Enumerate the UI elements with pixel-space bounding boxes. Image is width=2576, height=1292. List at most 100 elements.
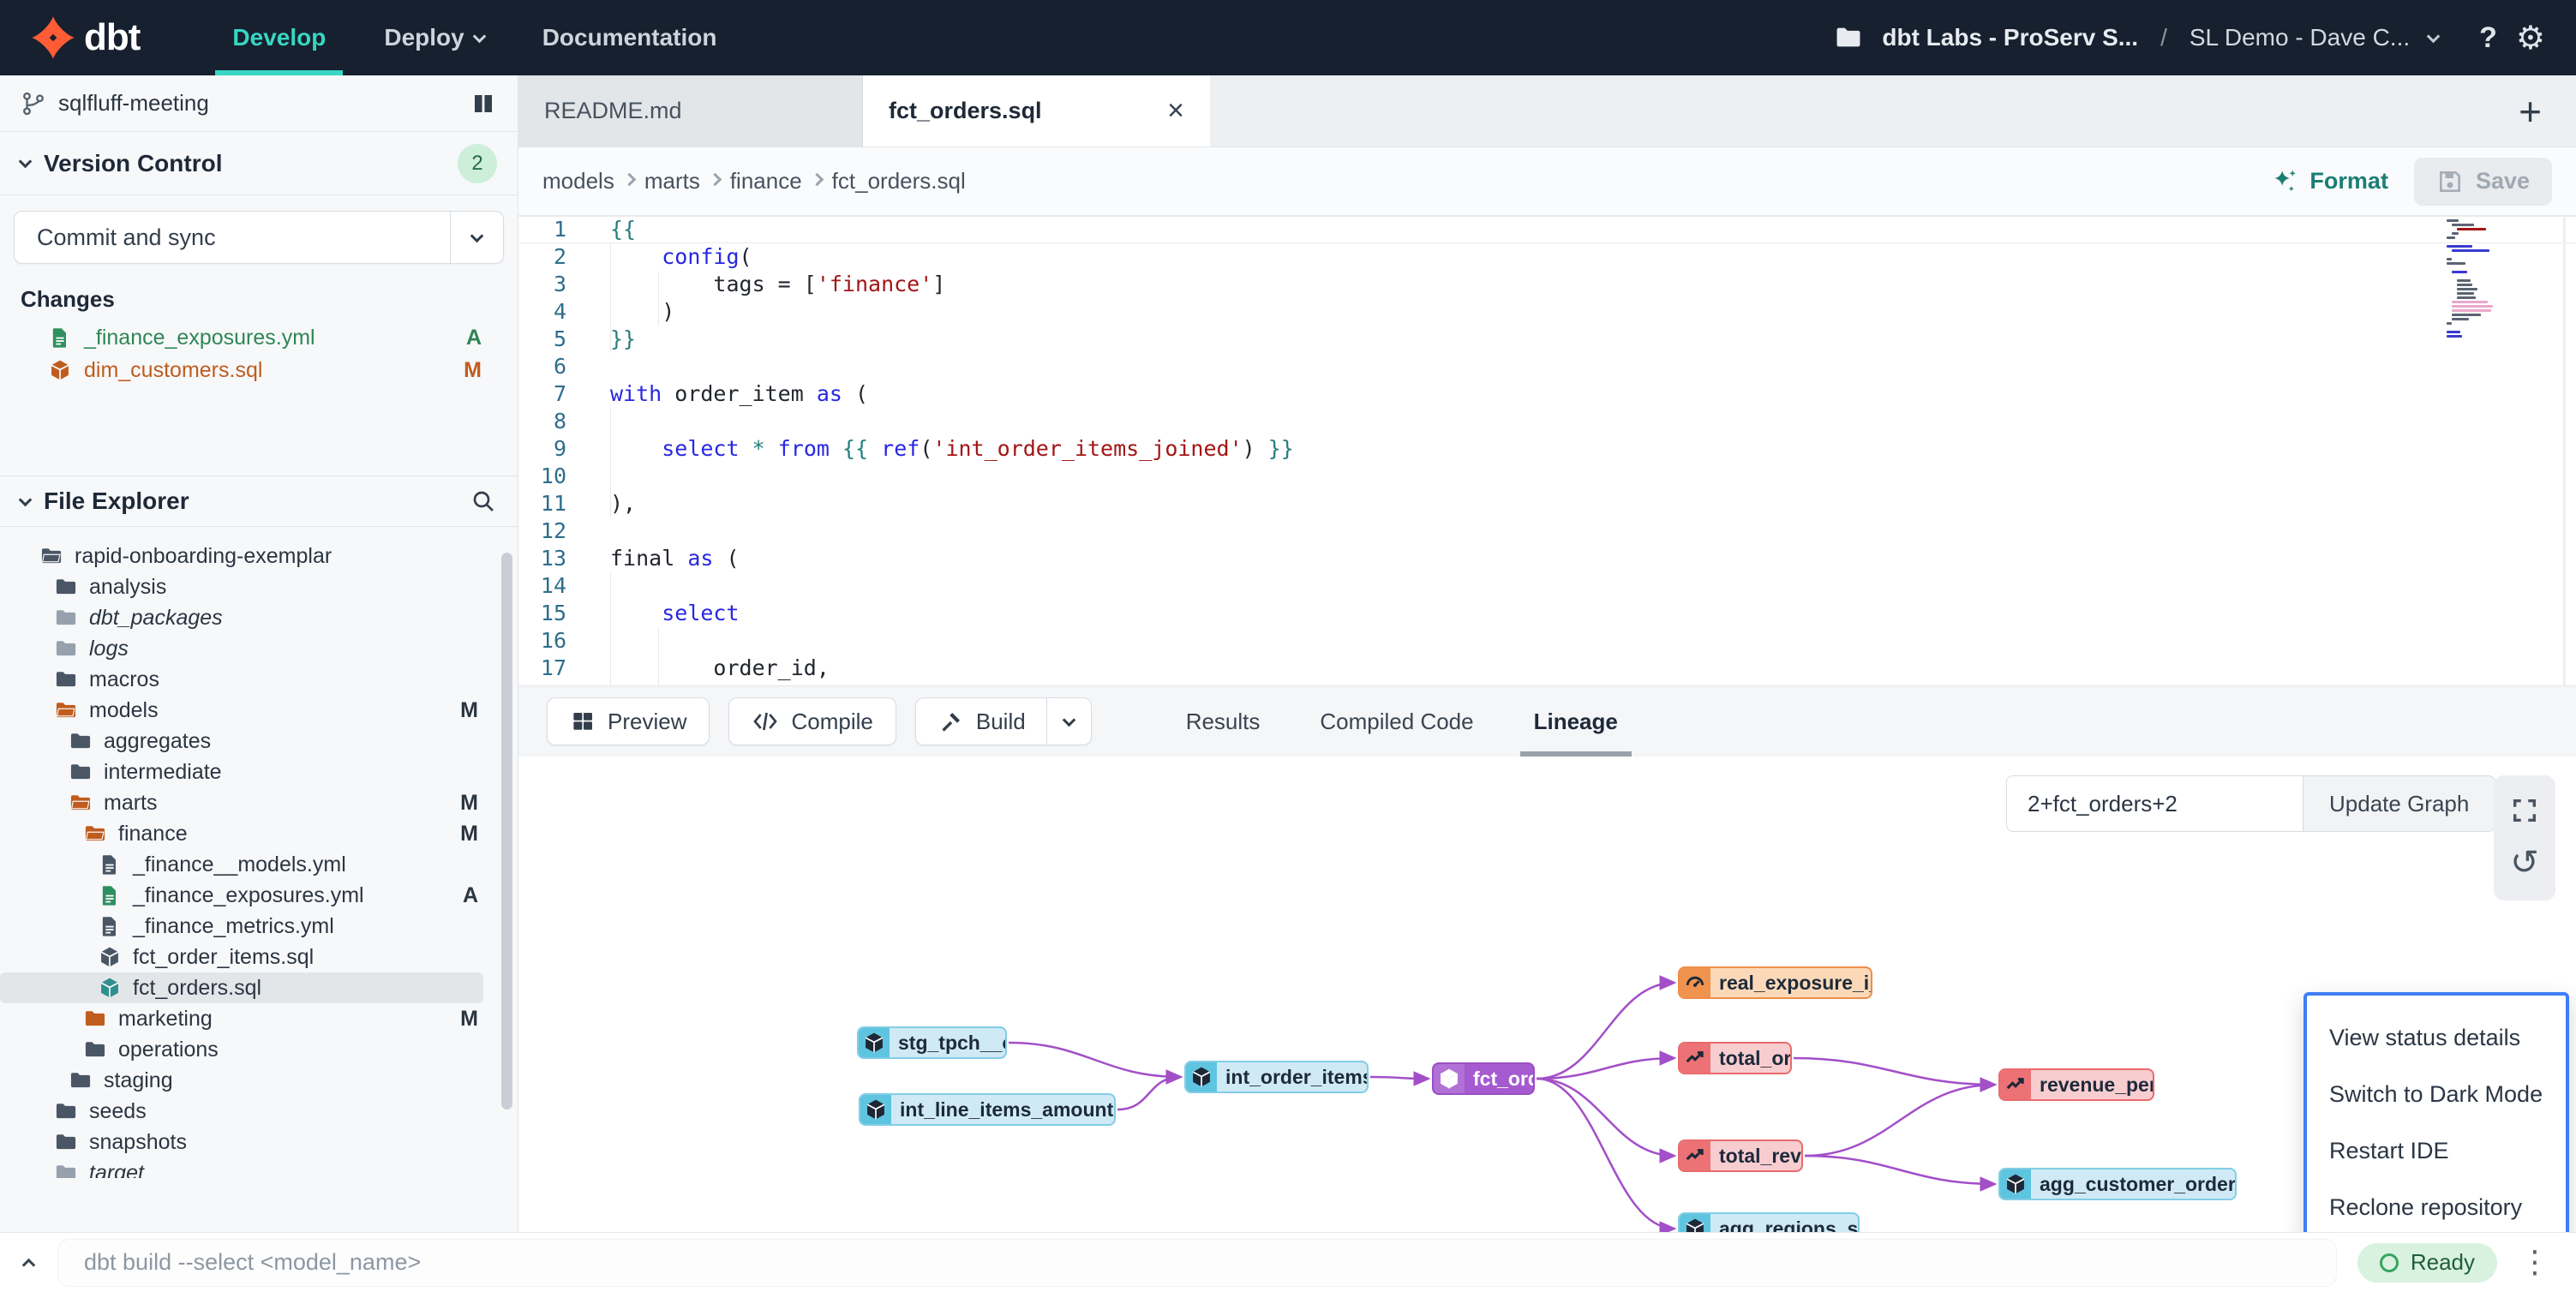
dbt-command-input[interactable] — [57, 1239, 2337, 1287]
reset-view-icon[interactable]: ↺ — [2510, 846, 2539, 880]
tab-readme[interactable]: README.md — [518, 75, 863, 147]
tab-results[interactable]: Results — [1186, 686, 1261, 757]
tree-item-marketing[interactable]: marketing M — [0, 1003, 483, 1034]
gear-icon[interactable]: ⚙ — [2516, 19, 2545, 57]
file-explorer-header[interactable]: File Explorer — [0, 476, 518, 527]
lineage-node-total_orders[interactable]: total_orders — [1678, 1042, 1792, 1074]
branch-name[interactable]: sqlfluff-meeting — [58, 90, 209, 117]
fullscreen-icon[interactable] — [2510, 796, 2539, 825]
commit-options-dropdown[interactable] — [450, 212, 503, 263]
breadcrumb-file[interactable]: fct_orders.sql — [832, 168, 966, 194]
menu-item-view-status-details[interactable]: View status details — [2307, 1009, 2566, 1066]
tree-item-fct-orders-sql[interactable]: fct_orders.sql — [0, 972, 483, 1003]
lineage-node-int_line_items_amounts_calculated[interactable]: int_line_items_amounts_calculated — [859, 1093, 1116, 1126]
kebab-menu-icon[interactable]: ⋮ — [2519, 1245, 2550, 1280]
tab-lineage[interactable]: Lineage — [1534, 686, 1618, 757]
lineage-node-fct_orders[interactable]: fct_orders — [1432, 1062, 1535, 1095]
tree-item-seeds[interactable]: seeds — [0, 1096, 483, 1127]
tree-item-operations[interactable]: operations — [0, 1034, 483, 1065]
code-line-3[interactable]: 3 tags = ['finance'] — [518, 271, 2576, 298]
code-line-5[interactable]: 5}} — [518, 326, 2576, 353]
preview-button[interactable]: Preview — [547, 697, 710, 745]
tree-item-marts[interactable]: marts M — [0, 787, 483, 818]
save-button[interactable]: Save — [2414, 158, 2552, 206]
nav-deploy[interactable]: Deploy — [355, 0, 512, 75]
tab-compiled-code[interactable]: Compiled Code — [1320, 686, 1473, 757]
code-line-16[interactable]: 16 — [518, 627, 2576, 655]
tree-item-macros[interactable]: macros — [0, 664, 483, 695]
lineage-canvas[interactable]: stg_tpch__orders int_line_items_amounts_… — [518, 757, 2576, 1232]
lineage-node-total_revenue[interactable]: total_revenue — [1678, 1139, 1803, 1172]
lineage-node-agg_customer_orders__all_time[interactable]: agg_customer_orders__all_time — [1998, 1168, 2237, 1200]
compile-button[interactable]: Compile — [728, 697, 896, 745]
menu-item-reclone-repository[interactable]: Reclone repository — [2307, 1179, 2566, 1232]
build-options-dropdown[interactable] — [1046, 698, 1091, 745]
lineage-selector-input[interactable] — [2006, 775, 2303, 832]
status-badge[interactable]: Ready — [2357, 1243, 2497, 1283]
code-line-1[interactable]: 1{{ — [518, 216, 2576, 243]
help-button[interactable]: ? — [2479, 21, 2497, 55]
tree-item-intermediate[interactable]: intermediate — [0, 757, 483, 787]
new-tab-button[interactable]: + — [2519, 88, 2542, 135]
nav-documentation[interactable]: Documentation — [513, 0, 746, 75]
tree-item--finance-models-yml[interactable]: _finance__models.yml — [0, 849, 483, 880]
nav-develop[interactable]: Develop — [203, 0, 355, 75]
tree-item--finance-metrics-yml[interactable]: _finance_metrics.yml — [0, 911, 483, 942]
editor-scrollbar[interactable] — [2563, 216, 2566, 685]
tree-item--finance-exposures-yml[interactable]: _finance_exposures.yml A — [0, 880, 483, 911]
tree-item-snapshots[interactable]: snapshots — [0, 1127, 483, 1157]
tree-item-staging[interactable]: staging — [0, 1065, 483, 1096]
code-line-2[interactable]: 2 config( — [518, 243, 2576, 271]
tree-item-dbt-packages[interactable]: dbt_packages — [0, 602, 483, 633]
code-line-4[interactable]: 4 ) — [518, 298, 2576, 326]
tree-item-rapid-onboarding-exemplar[interactable]: rapid-onboarding-exemplar — [0, 541, 483, 571]
lineage-node-agg_regions_segments[interactable]: agg_regions_segments — [1678, 1212, 1860, 1232]
tree-item-finance[interactable]: finance M — [0, 818, 483, 849]
code-line-15[interactable]: 15 select — [518, 600, 2576, 627]
chevron-down-icon[interactable] — [2427, 29, 2441, 43]
build-button[interactable]: Build — [915, 697, 1092, 745]
tree-item-logs[interactable]: logs — [0, 633, 483, 664]
minimap[interactable] — [2447, 219, 2507, 339]
code-line-7[interactable]: 7with order_item as ( — [518, 380, 2576, 408]
code-line-14[interactable]: 14 — [518, 572, 2576, 600]
update-graph-button[interactable]: Update Graph — [2303, 775, 2495, 832]
lineage-node-revenue_per_order[interactable]: revenue_per_order — [1998, 1068, 2154, 1101]
code-line-10[interactable]: 10 — [518, 463, 2576, 490]
code-line-17[interactable]: 17 order_id, — [518, 655, 2576, 682]
breadcrumb-marts[interactable]: marts — [644, 168, 700, 194]
lineage-node-int_order_items_joined[interactable]: int_order_items_joined — [1184, 1061, 1369, 1093]
code-line-12[interactable]: 12 — [518, 517, 2576, 545]
account-selector[interactable]: dbt Labs - ProServ S... — [1882, 24, 2138, 51]
tree-item-aggregates[interactable]: aggregates — [0, 726, 483, 757]
code-line-11[interactable]: 11), — [518, 490, 2576, 517]
tree-scrollbar[interactable] — [501, 553, 512, 1110]
search-icon[interactable] — [470, 487, 497, 515]
expand-panel-icon[interactable] — [22, 1259, 36, 1272]
code-line-9[interactable]: 9 select * from {{ ref('int_order_items_… — [518, 435, 2576, 463]
docs-book-icon[interactable] — [470, 90, 497, 117]
change-item[interactable]: dim_customers.sql M — [0, 354, 518, 386]
tab-fct-orders[interactable]: fct_orders.sql × — [863, 75, 1210, 147]
code-editor[interactable]: 1{{2 config(3 tags = ['finance']4 )5}}67… — [518, 216, 2576, 685]
commit-and-sync-button[interactable]: Commit and sync — [14, 211, 504, 264]
code-line-8[interactable]: 8 — [518, 408, 2576, 435]
breadcrumb-models[interactable]: models — [542, 168, 614, 194]
format-button[interactable]: Format — [2270, 167, 2388, 196]
change-item[interactable]: _finance_exposures.yml A — [0, 321, 518, 354]
version-control-header[interactable]: Version Control 2 — [0, 132, 518, 195]
tree-item-fct-order-items-sql[interactable]: fct_order_items.sql — [0, 942, 483, 972]
tree-item-analysis[interactable]: analysis — [0, 571, 483, 602]
tree-item-target[interactable]: target — [0, 1157, 483, 1178]
dbt-logo[interactable]: dbt — [31, 15, 140, 60]
menu-item-restart-ide[interactable]: Restart IDE — [2307, 1122, 2566, 1179]
close-icon[interactable]: × — [1167, 94, 1184, 128]
breadcrumb-finance[interactable]: finance — [730, 168, 802, 194]
lineage-node-real_exposure_i_promise[interactable]: real_exposure_i_promise — [1678, 966, 1872, 999]
project-selector[interactable]: SL Demo - Dave C... — [2190, 24, 2410, 51]
menu-item-switch-to-dark-mode[interactable]: Switch to Dark Mode — [2307, 1066, 2566, 1122]
tree-item-models[interactable]: models M — [0, 695, 483, 726]
code-line-6[interactable]: 6 — [518, 353, 2576, 380]
lineage-node-stg_tpch__orders[interactable]: stg_tpch__orders — [857, 1026, 1007, 1059]
code-line-13[interactable]: 13final as ( — [518, 545, 2576, 572]
